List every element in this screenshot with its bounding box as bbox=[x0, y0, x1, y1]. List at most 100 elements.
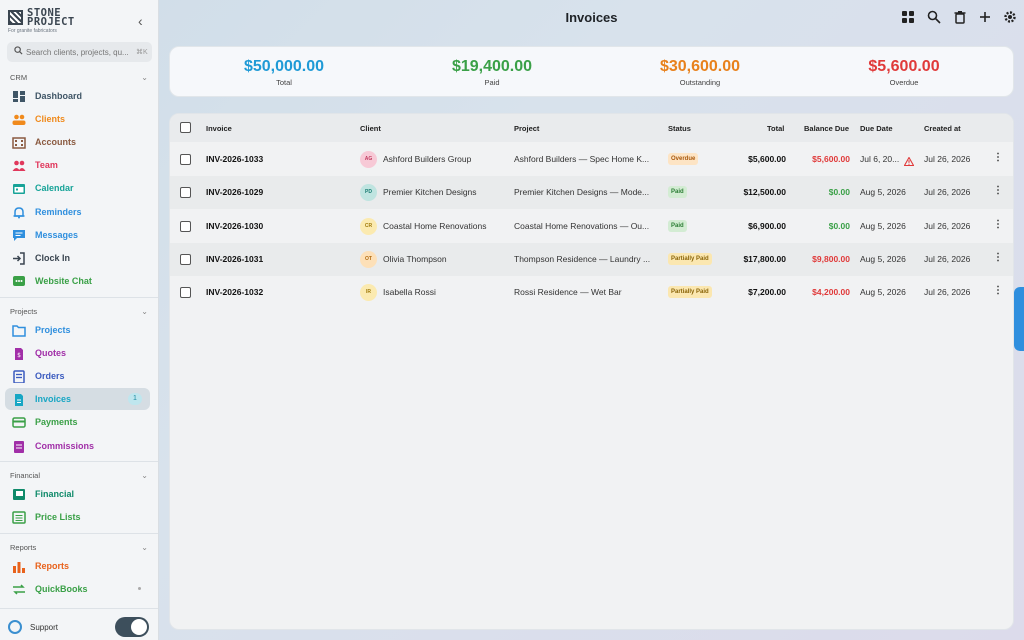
grid-view-icon[interactable] bbox=[901, 10, 917, 26]
sidebar-item-team[interactable]: Team bbox=[5, 154, 150, 176]
support-label: Support bbox=[30, 622, 59, 632]
sidebar-item-invoices[interactable]: Invoices 1 bbox=[5, 388, 150, 411]
people-icon bbox=[12, 113, 26, 126]
sidebar-item-quotes[interactable]: $ Quotes bbox=[5, 342, 150, 364]
support-row: Support bbox=[8, 617, 153, 637]
column-header-total[interactable]: Total bbox=[767, 124, 784, 133]
balance-due: $9,800.00 bbox=[812, 253, 850, 264]
sidebar-item-website-chat[interactable]: Website Chat bbox=[5, 270, 150, 292]
status-badge: Partially Paid bbox=[668, 286, 712, 299]
invoice-number[interactable]: INV-2026-1031 bbox=[206, 254, 263, 264]
count-badge: 1 bbox=[128, 393, 142, 406]
divider bbox=[0, 533, 158, 534]
search-input[interactable] bbox=[26, 47, 134, 57]
sidebar-item-projects[interactable]: Projects bbox=[5, 319, 150, 341]
sidebar: STONE PROJECT For granite fabricators ‹ … bbox=[0, 0, 159, 640]
table-row[interactable]: INV-2026-1029 PD Premier Kitchen Designs… bbox=[170, 176, 1013, 210]
client-name[interactable]: Premier Kitchen Designs bbox=[383, 187, 508, 197]
column-header-project[interactable]: Project bbox=[514, 124, 539, 133]
project-name[interactable]: Thompson Residence — Laundry ... bbox=[514, 254, 662, 264]
table-row[interactable]: INV-2026-1030 CR Coastal Home Renovation… bbox=[170, 210, 1013, 243]
select-all-checkbox[interactable] bbox=[180, 122, 191, 133]
due-date: Aug 5, 2026 bbox=[860, 253, 906, 264]
row-checkbox[interactable] bbox=[180, 253, 191, 265]
search-icon[interactable] bbox=[927, 10, 943, 26]
project-name[interactable]: Ashford Builders — Spec Home K... bbox=[514, 154, 662, 164]
sidebar-item-financial[interactable]: Financial bbox=[5, 483, 150, 505]
sidebar-item-reports[interactable]: Reports bbox=[5, 555, 150, 577]
sidebar-item-messages[interactable]: Messages bbox=[5, 224, 150, 246]
sidebar-item-label: Team bbox=[35, 160, 58, 171]
column-header-invoice[interactable]: Invoice bbox=[206, 124, 232, 133]
add-icon[interactable] bbox=[978, 10, 994, 26]
search-box[interactable]: ⌘K bbox=[7, 42, 152, 62]
collapse-sidebar-chevron-icon[interactable]: ‹ bbox=[138, 13, 150, 29]
client-avatar: IR bbox=[360, 284, 377, 302]
project-name[interactable]: Coastal Home Renovations — Ou... bbox=[514, 221, 662, 231]
sidebar-item-accounts[interactable]: Accounts bbox=[5, 131, 150, 153]
status-badge: Paid bbox=[668, 186, 687, 199]
sidebar-item-reminders[interactable]: Reminders bbox=[5, 201, 150, 223]
client-name[interactable]: Coastal Home Renovations bbox=[383, 221, 508, 231]
client-name[interactable]: Olivia Thompson bbox=[383, 254, 508, 264]
invoice-number[interactable]: INV-2026-1033 bbox=[206, 154, 263, 164]
brand-logo[interactable]: STONE PROJECT For granite fabricators bbox=[8, 8, 128, 35]
column-header-created-at[interactable]: Created at bbox=[924, 124, 961, 133]
summary-total-caption: Total bbox=[276, 78, 292, 87]
invoice-number[interactable]: INV-2026-1030 bbox=[206, 221, 263, 231]
sidebar-item-orders[interactable]: Orders bbox=[5, 365, 150, 387]
sidebar-item-label: Website Chat bbox=[35, 275, 92, 286]
section-header-financial[interactable]: Financial ⌄ bbox=[10, 471, 150, 480]
row-checkbox[interactable] bbox=[180, 287, 191, 299]
sidebar-item-dashboard[interactable]: Dashboard bbox=[5, 85, 150, 107]
balance-due: $0.00 bbox=[828, 220, 850, 231]
row-checkbox[interactable] bbox=[180, 154, 191, 165]
section-header-reports[interactable]: Reports ⌄ bbox=[10, 543, 150, 552]
row-more-menu-icon[interactable]: ⋮ bbox=[993, 219, 1003, 233]
sidebar-item-clock-in[interactable]: Clock In bbox=[5, 247, 150, 269]
concierge-side-tab[interactable] bbox=[1014, 287, 1024, 351]
due-date: Aug 5, 2026 bbox=[860, 220, 906, 231]
brand-name-line2: PROJECT bbox=[27, 16, 75, 28]
login-icon bbox=[12, 251, 26, 265]
column-header-status[interactable]: Status bbox=[668, 124, 691, 133]
summary-total: $50,000.00 Total bbox=[194, 58, 374, 87]
row-more-menu-icon[interactable]: ⋮ bbox=[993, 185, 1003, 199]
invoice-number[interactable]: INV-2026-1029 bbox=[206, 187, 263, 197]
sidebar-item-calendar[interactable]: Calendar bbox=[5, 177, 150, 199]
row-checkbox[interactable] bbox=[180, 220, 191, 232]
section-label-financial: Financial bbox=[10, 471, 41, 480]
table-row[interactable]: INV-2026-1032 IR Isabella Rossi Rossi Re… bbox=[170, 276, 1013, 309]
table-row[interactable]: INV-2026-1033 AG Ashford Builders Group … bbox=[170, 143, 1013, 176]
gear-icon[interactable] bbox=[1003, 10, 1019, 26]
section-header-crm[interactable]: CRM ⌄ bbox=[10, 73, 150, 82]
summary-paid-amount: $19,400.00 bbox=[451, 58, 533, 75]
client-name[interactable]: Isabella Rossi bbox=[383, 287, 508, 297]
client-name[interactable]: Ashford Builders Group bbox=[383, 154, 508, 164]
column-header-balance-due[interactable]: Balance Due bbox=[804, 124, 849, 133]
row-more-menu-icon[interactable]: ⋮ bbox=[993, 252, 1003, 266]
invoice-number[interactable]: INV-2026-1032 bbox=[206, 287, 263, 297]
row-more-menu-icon[interactable]: ⋮ bbox=[993, 285, 1003, 299]
row-more-menu-icon[interactable]: ⋮ bbox=[993, 152, 1003, 166]
sidebar-item-label: Commissions bbox=[35, 440, 95, 451]
table-row[interactable]: INV-2026-1031 OT Olivia Thompson Thompso… bbox=[170, 242, 1013, 276]
invoice-total: $6,900.00 bbox=[748, 220, 786, 231]
trash-icon[interactable] bbox=[953, 10, 969, 26]
project-name[interactable]: Premier Kitchen Designs — Mode... bbox=[514, 187, 662, 197]
sidebar-item-commissions[interactable]: Commissions bbox=[5, 435, 150, 457]
brand-tagline: For granite fabricators bbox=[8, 28, 57, 34]
section-header-projects[interactable]: Projects ⌄ bbox=[10, 307, 150, 316]
sidebar-item-clients[interactable]: Clients bbox=[5, 108, 150, 130]
invoice-icon bbox=[12, 393, 26, 407]
sidebar-item-price-lists[interactable]: Price Lists bbox=[5, 506, 150, 528]
row-checkbox[interactable] bbox=[180, 187, 191, 199]
column-header-due-date[interactable]: Due Date bbox=[860, 124, 893, 133]
project-name[interactable]: Rossi Residence — Wet Bar bbox=[514, 287, 662, 297]
support-toggle[interactable] bbox=[115, 617, 149, 637]
sync-icon bbox=[12, 583, 26, 595]
column-header-client[interactable]: Client bbox=[360, 124, 381, 133]
sidebar-item-label: Dashboard bbox=[35, 91, 83, 101]
sidebar-item-quickbooks[interactable]: QuickBooks bbox=[5, 578, 150, 600]
sidebar-item-payments[interactable]: Payments bbox=[5, 411, 150, 433]
